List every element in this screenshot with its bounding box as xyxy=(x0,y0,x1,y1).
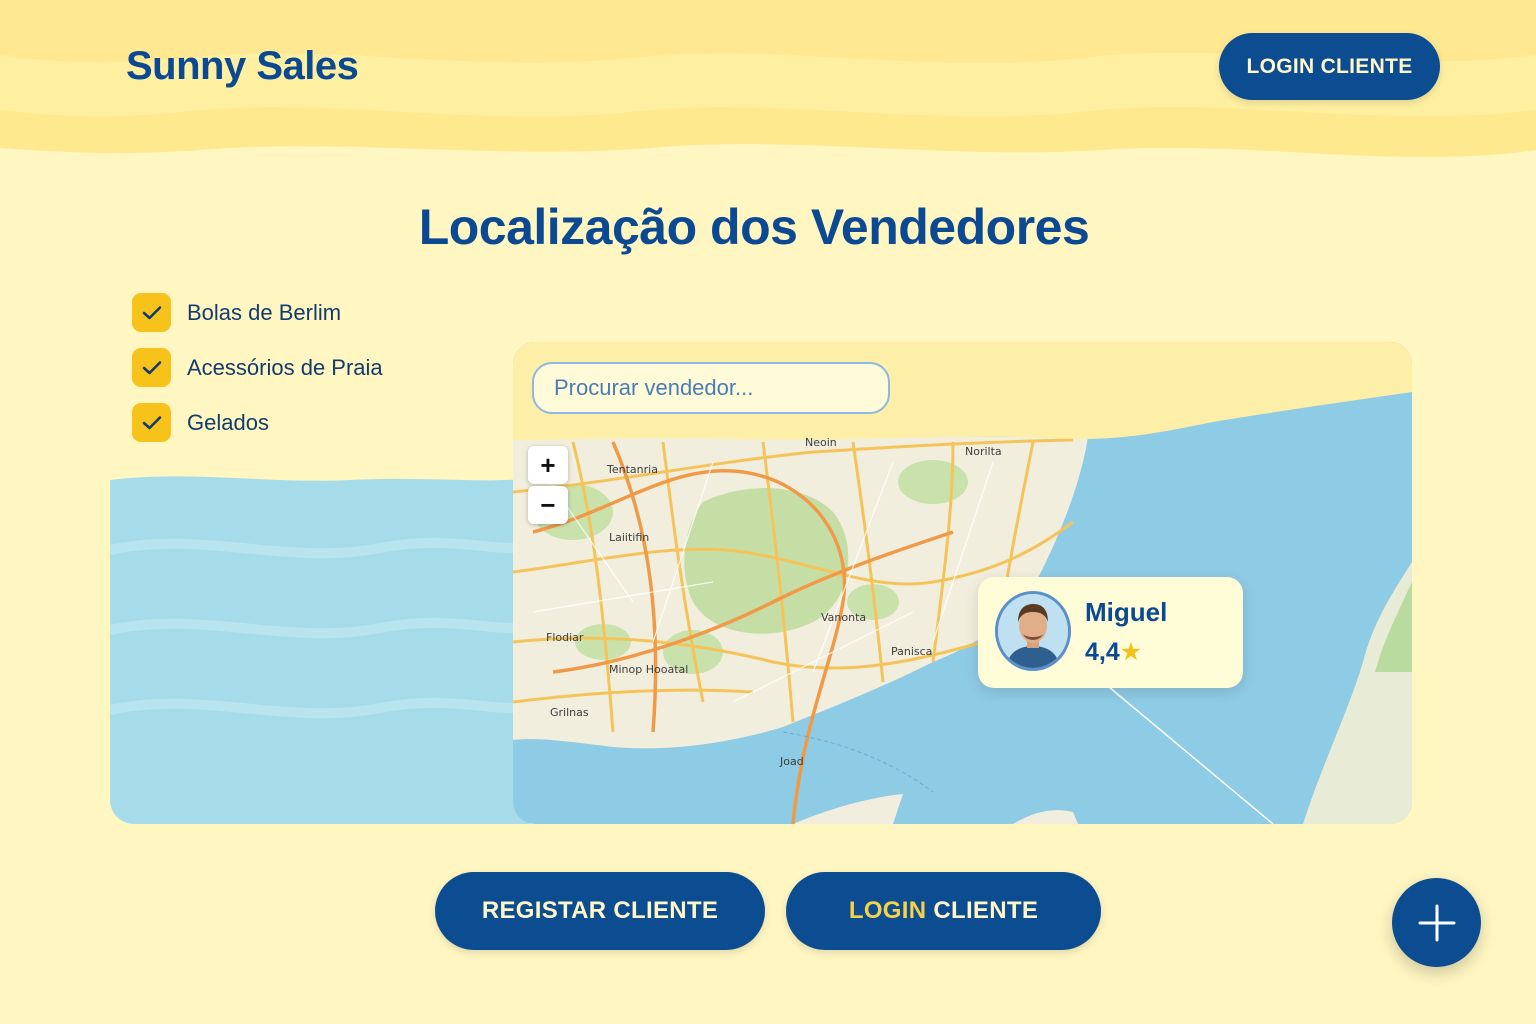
login-client-button[interactable]: LOGIN CLIENTE xyxy=(786,872,1101,950)
filter-label: Bolas de Berlim xyxy=(187,299,342,325)
map-place-label: Minop Hooatal xyxy=(609,663,689,676)
city-map[interactable] xyxy=(513,342,1412,824)
map-place-label: Laiitifin xyxy=(609,531,650,544)
filter-label: Gelados xyxy=(187,409,269,435)
map-place-label: Neoin xyxy=(805,436,837,449)
filter-acessorios-de-praia[interactable]: Acessórios de Praia xyxy=(132,348,383,387)
login-rest-text: CLIENTE xyxy=(933,897,1039,924)
header-login-button[interactable]: LOGIN CLIENTE xyxy=(1219,33,1440,100)
filter-gelados[interactable]: Gelados xyxy=(132,403,383,442)
map-place-label: Panisca xyxy=(891,645,933,658)
map-container[interactable]: + − Neoin Norilta Tentanria Laiitifin Va… xyxy=(513,342,1412,824)
map-place-label: Vanonta xyxy=(821,611,867,624)
seller-name: Miguel xyxy=(1085,597,1168,627)
checkbox-checked[interactable] xyxy=(132,293,171,332)
filter-label: Acessórios de Praia xyxy=(187,354,383,380)
seller-popup-card[interactable]: Miguel 4,4★ xyxy=(978,577,1243,688)
login-accent-text: LOGIN xyxy=(848,897,927,924)
map-place-label: Joad xyxy=(780,755,804,768)
seller-rating: 4,4★ xyxy=(1085,637,1142,667)
map-place-label: Tentanria xyxy=(607,463,658,476)
star-icon: ★ xyxy=(1119,638,1143,666)
brand-logo[interactable]: Sunny Sales xyxy=(126,44,359,89)
map-place-label: Norilta xyxy=(965,445,1002,458)
seller-search-input[interactable] xyxy=(532,362,890,414)
checkbox-checked[interactable] xyxy=(132,348,171,387)
checkbox-checked[interactable] xyxy=(132,403,171,442)
map-place-label: Flodiar xyxy=(546,631,584,644)
register-client-button[interactable]: REGISTAR CLIENTE xyxy=(435,872,765,950)
category-filters: Bolas de Berlim Acessórios de Praia Gela… xyxy=(132,293,383,458)
check-icon xyxy=(142,305,161,319)
seller-avatar[interactable] xyxy=(995,591,1071,671)
page-title: Localização dos Vendedores xyxy=(418,199,1090,255)
check-icon xyxy=(142,360,161,374)
add-fab-button[interactable] xyxy=(1392,878,1481,967)
sea-decoration xyxy=(110,470,530,824)
filter-bolas-de-berlim[interactable]: Bolas de Berlim xyxy=(132,293,383,332)
zoom-out-button[interactable]: − xyxy=(528,486,568,524)
rating-value: 4,4 xyxy=(1085,638,1120,666)
zoom-in-button[interactable]: + xyxy=(528,446,568,484)
map-place-label: Grilnas xyxy=(550,706,589,719)
check-icon xyxy=(142,415,161,429)
plus-icon xyxy=(1418,904,1455,941)
